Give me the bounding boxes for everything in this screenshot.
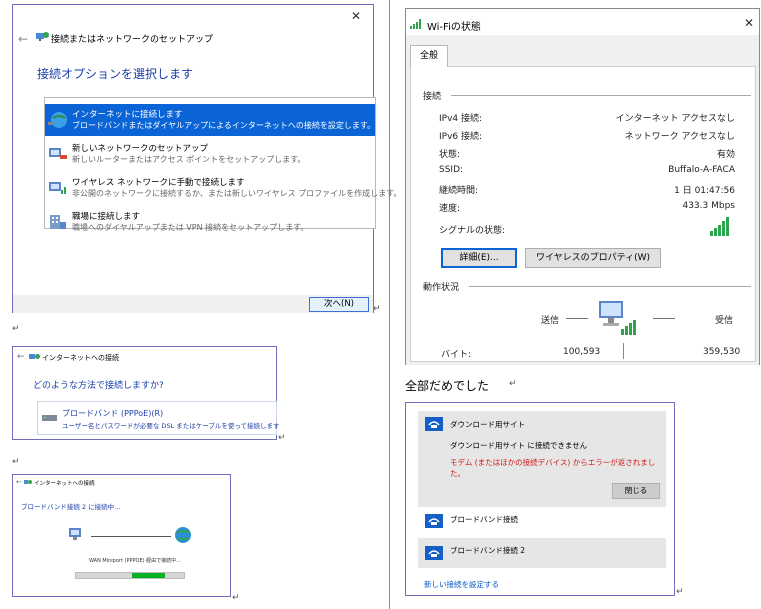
ipv6-value: ネットワーク アクセスなし bbox=[624, 132, 735, 142]
general-tab-panel: 接続 IPv4 接続: インターネット アクセスなし IPv6 接続: ネットワ… bbox=[410, 66, 756, 362]
option-internet[interactable]: インターネットに接続します ブロードバンドまたはダイヤルアップによるインターネッ… bbox=[45, 104, 375, 136]
modem-icon bbox=[42, 415, 57, 421]
back-arrow-icon[interactable]: ← bbox=[16, 478, 22, 486]
ipv4-value: インターネット アクセスなし bbox=[615, 114, 735, 124]
page-heading: ブロードバンド接続 2 に接続中... bbox=[21, 503, 121, 511]
connecting-window: ← インターネットへの接続 ブロードバンド接続 2 に接続中... WAN Mi… bbox=[12, 474, 231, 597]
page-heading: 接続オプションを選択します bbox=[37, 67, 194, 81]
connection-name: ブロードバンド接続 2 bbox=[450, 546, 526, 555]
connection-status: WAN Miniport (PPPOE) 経由で接続中... bbox=[89, 558, 181, 564]
paragraph-mark: ↵ bbox=[278, 433, 286, 443]
error-detail: モデム (またはほかの接続デバイス) からエラーが返されました。 bbox=[450, 458, 656, 478]
workplace-icon bbox=[50, 215, 66, 229]
window-title: 接続またはネットワークのセットアップ bbox=[51, 35, 214, 45]
dialup-connections-window: ダウンロード用サイト ダウンロード用サイト に接続できません モデム (またはほ… bbox=[405, 402, 675, 596]
connect-internet-window: ← インターネットへの接続 どのような方法で接続しますか? ブロードバンド (P… bbox=[12, 346, 280, 440]
wireless-pc-icon bbox=[49, 182, 66, 194]
next-button[interactable]: 次へ(N) bbox=[309, 297, 369, 312]
duration-value: 1 日 01:47:56 bbox=[674, 186, 735, 196]
progress-fill bbox=[132, 573, 165, 578]
paragraph-mark: ↵ bbox=[12, 457, 20, 467]
speed-label: 速度: bbox=[439, 204, 461, 214]
connection-item-broadband-2[interactable]: ブロードバンド接続 2 bbox=[418, 538, 666, 568]
paragraph-mark: ↵ bbox=[373, 304, 381, 314]
error-message: ダウンロード用サイト に接続できません bbox=[450, 441, 588, 450]
window-title: インターネットへの接続 bbox=[34, 481, 95, 487]
page-heading: どのような方法で接続しますか? bbox=[33, 381, 164, 391]
speed-value: 433.3 Mbps bbox=[682, 201, 735, 211]
state-label: 状態: bbox=[439, 150, 461, 160]
close-icon[interactable]: ✕ bbox=[351, 9, 361, 23]
paragraph-mark: ↵ bbox=[232, 593, 240, 603]
connection-name: ダウンロード用サイト bbox=[450, 420, 525, 429]
computer-icon bbox=[69, 528, 81, 540]
window-title: インターネットへの接続 bbox=[42, 354, 119, 362]
column-divider bbox=[389, 0, 390, 609]
state-value: 有効 bbox=[716, 150, 735, 160]
dialup-icon bbox=[425, 546, 443, 560]
router-icon bbox=[49, 148, 67, 159]
back-arrow-icon[interactable]: ← bbox=[18, 32, 28, 46]
wireless-properties-button[interactable]: ワイヤレスのプロパティ(W) bbox=[525, 248, 661, 268]
dialup-icon bbox=[425, 514, 443, 528]
bytes-divider bbox=[623, 343, 624, 359]
option-wireless-manual[interactable]: ワイヤレス ネットワークに手動で接続します 非公開のネットワークに接続するか、ま… bbox=[45, 172, 401, 204]
sent-label: 送信 bbox=[541, 316, 560, 326]
paragraph-mark: ↵ bbox=[676, 587, 684, 597]
section-activity: 動作状況 bbox=[423, 283, 460, 293]
signal-icon bbox=[410, 19, 421, 29]
connection-options-list: インターネットに接続します ブロードバンドまたはダイヤルアップによるインターネッ… bbox=[44, 97, 401, 232]
bytes-sent-value: 100,593 bbox=[563, 347, 601, 357]
network-setup-icon bbox=[36, 32, 49, 41]
section-connection: 接続 bbox=[423, 92, 442, 102]
globe-icon bbox=[175, 527, 191, 543]
ssid-label: SSID: bbox=[439, 165, 464, 175]
globe-icon bbox=[48, 112, 67, 128]
bytes-label: バイト: bbox=[441, 350, 472, 360]
progress-bar bbox=[75, 572, 185, 579]
connection-line bbox=[91, 536, 171, 537]
network-activity-icon bbox=[599, 301, 636, 335]
wifi-status-window: Wi-Fiの状態 ✕ 全般 接続 IPv4 接続: インターネット アクセスなし… bbox=[405, 8, 760, 365]
close-icon[interactable]: ✕ bbox=[744, 16, 754, 30]
back-arrow-icon[interactable]: ← bbox=[17, 352, 25, 362]
close-button[interactable]: 閉じる bbox=[612, 483, 660, 499]
connection-name: ブロードバンド接続 bbox=[450, 515, 518, 524]
details-button[interactable]: 詳細(E)... bbox=[441, 248, 517, 268]
tab-general[interactable]: 全般 bbox=[410, 45, 448, 67]
dialup-icon bbox=[425, 417, 443, 431]
separator bbox=[451, 95, 751, 96]
received-label: 受信 bbox=[715, 316, 734, 326]
separator bbox=[469, 286, 751, 287]
network-icon bbox=[24, 480, 32, 484]
option-workplace[interactable]: 職場に接続します 職場へのダイヤルアップまたは VPN 接続をセットアップします… bbox=[45, 206, 375, 238]
new-connection-link[interactable]: 新しい接続を設定する bbox=[424, 579, 499, 590]
network-icon bbox=[29, 354, 40, 359]
paragraph-mark: ↵ bbox=[12, 324, 20, 334]
caption-text: 全部だめでした bbox=[405, 379, 490, 393]
duration-label: 継続時間: bbox=[439, 186, 479, 196]
ipv4-label: IPv4 接続: bbox=[439, 114, 483, 124]
sent-line bbox=[566, 318, 588, 319]
setup-wizard-window: ✕ ← 接続またはネットワークのセットアップ 接続オプションを選択します インタ… bbox=[12, 4, 401, 313]
paragraph-mark: ↵ bbox=[509, 379, 517, 389]
ipv6-label: IPv6 接続: bbox=[439, 132, 483, 142]
option-broadband-pppoe[interactable]: ブロードバンド (PPPoE)(R) ユーザー名とパスワードが必要な DSL ま… bbox=[37, 401, 280, 435]
bytes-received-value: 359,530 bbox=[703, 347, 741, 357]
signal-strength-icon bbox=[710, 217, 729, 236]
received-line bbox=[653, 318, 675, 319]
window-title: Wi-Fiの状態 bbox=[427, 22, 481, 33]
signal-quality-label: シグナルの状態: bbox=[439, 226, 506, 236]
connection-item-broadband[interactable]: ブロードバンド接続 bbox=[418, 508, 666, 536]
option-new-network[interactable]: 新しいネットワークのセットアップ 新しいルーターまたはアクセス ポイントをセット… bbox=[45, 138, 375, 170]
ssid-value: Buffalo-A-FACA bbox=[668, 165, 735, 175]
